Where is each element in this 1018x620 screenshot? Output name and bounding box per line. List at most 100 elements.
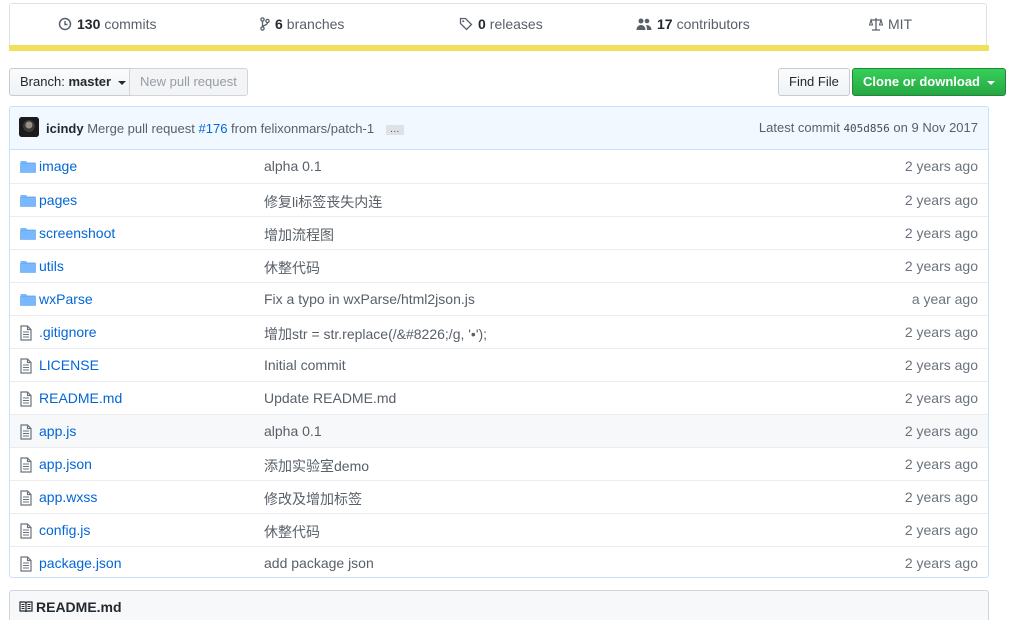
table-row: wxParse Fix a typo in wxParse/html2json.j…	[10, 282, 988, 315]
file-icon	[20, 523, 36, 539]
commit-age: 2 years ago	[904, 489, 978, 505]
commit-author[interactable]: icindy	[46, 121, 84, 136]
file-icon	[20, 556, 36, 572]
commit-message-link[interactable]: alpha 0.1	[264, 158, 322, 174]
branch-name: master	[68, 74, 112, 89]
commit-age: 2 years ago	[904, 555, 978, 571]
releases-count: 0	[478, 16, 486, 32]
commit-age: 2 years ago	[904, 192, 978, 208]
commit-age: 2 years ago	[904, 324, 978, 340]
commit-message-link[interactable]: 增加str = str.replace(/&#8226;/g, '•');	[264, 324, 487, 344]
language-bar	[9, 45, 989, 51]
file-name-link[interactable]: screenshoot	[39, 225, 115, 241]
commit-age: 2 years ago	[904, 390, 978, 406]
commit-message-link[interactable]: Fix a typo in wxParse/html2json.js	[264, 291, 475, 307]
pr-link[interactable]: #176	[199, 121, 228, 136]
commit-message-link[interactable]: 休整代码	[264, 522, 320, 542]
file-name-link[interactable]: package.json	[39, 555, 122, 571]
table-row: .gitignore 增加str = str.replace(/&#8226;/g…	[10, 315, 988, 348]
file-name-link[interactable]: pages	[39, 192, 77, 208]
commit-message-link[interactable]: 添加实验室demo	[264, 456, 369, 476]
file-icon	[20, 325, 36, 341]
commit-message-link[interactable]: Initial commit	[264, 357, 346, 373]
commit-age: a year ago	[911, 291, 978, 307]
commit-message-link[interactable]: 休整代码	[264, 258, 320, 278]
file-name-link[interactable]: app.json	[39, 456, 92, 472]
avatar[interactable]	[19, 117, 39, 137]
table-row: LICENSE Initial commit 2 years ago	[10, 348, 988, 381]
file-list: icindy Merge pull request #176 from feli…	[9, 106, 989, 578]
file-icon	[20, 424, 36, 440]
commit-tease: icindy Merge pull request #176 from feli…	[10, 107, 988, 150]
table-row: image alpha 0.1 2 years ago	[10, 150, 988, 183]
new-pull-request-button[interactable]: New pull request	[129, 68, 248, 96]
commit-age: 2 years ago	[904, 456, 978, 472]
file-icon	[20, 490, 36, 506]
commit-age: 2 years ago	[904, 258, 978, 274]
commit-message-link[interactable]: 修复li标签丧失内连	[264, 192, 382, 212]
commit-age: 2 years ago	[904, 158, 978, 174]
branches-count: 6	[275, 16, 283, 32]
table-row: app.json 添加实验室demo 2 years ago	[10, 447, 988, 480]
commit-message-link[interactable]: alpha 0.1	[264, 423, 322, 439]
contributors-link[interactable]: 17 contributors	[636, 16, 750, 32]
license-label: MIT	[888, 16, 913, 32]
commit-date: on 9 Nov 2017	[893, 120, 978, 135]
clone-label: Clone or download	[863, 74, 980, 89]
table-row: pages 修复li标签丧失内连 2 years ago	[10, 183, 988, 216]
branch-icon	[260, 17, 270, 31]
commit-message-suffix[interactable]: from felixonmars/patch-1	[231, 121, 374, 136]
releases-label: releases	[489, 16, 543, 32]
file-name-link[interactable]: app.wxss	[39, 489, 97, 505]
table-row: utils 休整代码 2 years ago	[10, 249, 988, 282]
commit-message-link[interactable]: Update README.md	[264, 390, 396, 406]
file-name-link[interactable]: utils	[39, 258, 64, 274]
branch-select-button[interactable]: Branch: master	[9, 68, 137, 96]
folder-icon	[20, 193, 36, 209]
people-icon	[636, 18, 652, 30]
releases-link[interactable]: 0 releases	[459, 16, 543, 32]
license-link[interactable]: MIT	[869, 16, 912, 32]
commit-age: 2 years ago	[904, 423, 978, 439]
file-name-link[interactable]: image	[39, 158, 77, 174]
law-icon	[869, 18, 883, 31]
find-file-button[interactable]: Find File	[778, 68, 850, 96]
commit-message-link[interactable]: 增加流程图	[264, 225, 334, 245]
file-icon	[20, 391, 36, 407]
file-name-link[interactable]: README.md	[39, 390, 122, 406]
commit-age: 2 years ago	[904, 357, 978, 373]
table-row: README.md Update README.md 2 years ago	[10, 381, 988, 414]
branch-label: Branch:	[20, 74, 65, 89]
folder-icon	[20, 159, 36, 175]
commit-age: 2 years ago	[904, 225, 978, 241]
repo-summary: 130 commits 6 branches 0 releases 17 con…	[9, 3, 987, 49]
commit-message-link[interactable]: 修改及增加标签	[264, 489, 362, 509]
file-name-link[interactable]: .gitignore	[39, 324, 97, 340]
readme-title: README.md	[36, 599, 122, 615]
commit-age: 2 years ago	[904, 522, 978, 538]
file-name-link[interactable]: LICENSE	[39, 357, 99, 373]
commit-message: icindy Merge pull request #176 from feli…	[46, 121, 404, 136]
folder-icon	[20, 226, 36, 242]
file-icon	[20, 358, 36, 374]
branches-link[interactable]: 6 branches	[260, 16, 344, 32]
commit-message-prefix[interactable]: Merge pull request	[87, 121, 195, 136]
book-icon	[19, 601, 33, 613]
file-name-link[interactable]: app.js	[39, 423, 76, 439]
commits-link[interactable]: 130 commits	[58, 16, 156, 32]
chevron-down-icon	[117, 80, 126, 85]
clone-download-button[interactable]: Clone or download	[852, 68, 1006, 96]
folder-icon	[20, 259, 36, 275]
table-row: package.json add package json 2 years ago	[10, 546, 988, 577]
file-name-link[interactable]: config.js	[39, 522, 90, 538]
commit-message-link[interactable]: add package json	[264, 555, 374, 571]
commits-count: 130	[77, 16, 101, 32]
contributors-label: contributors	[676, 16, 750, 32]
table-row: config.js 休整代码 2 years ago	[10, 513, 988, 546]
expand-commit-button[interactable]: …	[385, 124, 404, 135]
file-name-link[interactable]: wxParse	[39, 291, 93, 307]
table-row: screenshoot 增加流程图 2 years ago	[10, 216, 988, 249]
table-row: app.wxss 修改及增加标签 2 years ago	[10, 480, 988, 513]
commit-sha-link[interactable]: 405d856	[843, 122, 889, 135]
table-row: app.js alpha 0.1 2 years ago	[10, 414, 988, 447]
